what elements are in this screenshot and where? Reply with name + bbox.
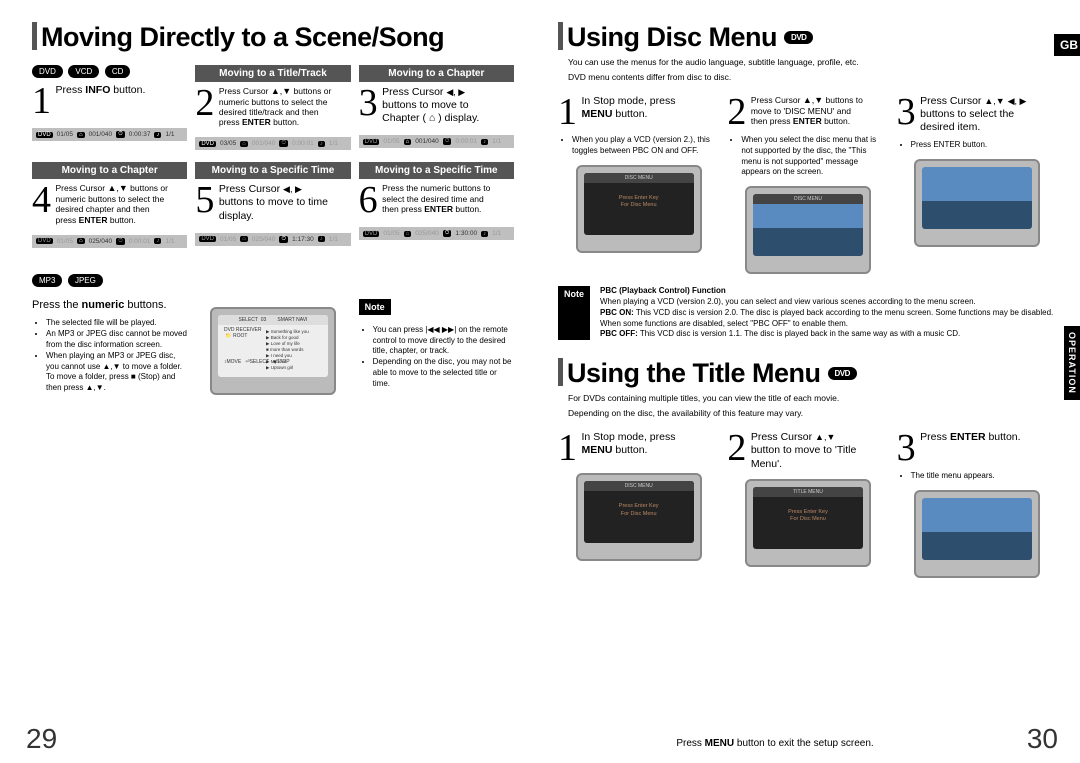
titlem-step1-num: 1 (558, 431, 577, 465)
region-badge: GB (1054, 34, 1080, 56)
disc-b1: When you play a VCD (version 2.), this t… (572, 135, 719, 157)
info-strip-3: DVD01/05 ⌂001/040 ⏱0:00:01 ♪1/1 (359, 135, 514, 148)
step-number-6: 6 (359, 183, 378, 217)
step5-text: Press Cursor ◀, ▶ buttons to move to tim… (219, 183, 329, 222)
step4-text: Press Cursor ▲,▼ buttons or numeric butt… (56, 183, 171, 224)
disc-step1-text: In Stop mode, press MENU button. (582, 95, 692, 121)
disc-sub2: DVD menu contents differ from disc to di… (568, 72, 1058, 83)
heading-title-menu: Using the Title Menu DVD (558, 358, 1058, 389)
badge-mp3: MP3 (32, 274, 62, 287)
step-number-3: 3 (359, 86, 378, 120)
page-number-left: 29 (26, 723, 57, 755)
step-number-4: 4 (32, 183, 51, 217)
disc-step2-num: 2 (727, 95, 746, 129)
titlem-step3-num: 3 (897, 431, 916, 465)
tv-disc-2: DISC MENU (745, 186, 871, 274)
info-strip-6: DVD01/05 ⌂025/040 ⏱1:30:00 ♪1/1 (359, 227, 514, 240)
step-number-1: 1 (32, 84, 51, 118)
info-strip-5: DVD01/05 ⌂025/040 ⏱1:17:30 ♪1/1 (195, 233, 350, 246)
titlem-step2-text: Press Cursor ▲,▼ button to move to 'Titl… (751, 431, 861, 470)
tv-mp3-list: SELECT 03 SMART NAVI DVD RECEIVER 📁 ROOT… (210, 307, 336, 395)
page-right: GB OPERATION Using Disc Menu DVD You can… (540, 0, 1080, 763)
note-bullets-left: You can press |◀◀ ▶▶| on the remote cont… (359, 325, 514, 390)
footer-note: Press MENU button to exit the setup scre… (540, 738, 1010, 749)
hdr-specific-time-1: Moving to a Specific Time (195, 162, 350, 179)
hdr-title-track: Moving to a Title/Track (195, 65, 350, 82)
badge-cd: CD (105, 65, 131, 78)
badge-dvd-disc: DVD (784, 31, 813, 44)
step1-text: Press INFO button. (56, 84, 146, 97)
heading-disc-menu: Using Disc Menu DVD (558, 22, 1058, 53)
tv-disc-3 (914, 159, 1040, 247)
page-left: Moving Directly to a Scene/Song DVD VCD … (0, 0, 540, 763)
disc-steps-row: 1 In Stop mode, press MENU button. When … (558, 95, 1058, 274)
disc-b3: Press ENTER button. (911, 140, 1058, 151)
tv-title-1: DISC MENU Press Enter KeyFor Disc Menu (576, 473, 702, 561)
hdr-specific-time-2: Moving to a Specific Time (359, 162, 514, 179)
titlem-step3-text: Press ENTER button. (920, 431, 1020, 444)
disc-b2: When you select the disc menu that is no… (741, 135, 888, 178)
titlem-sub1: For DVDs containing multiple titles, you… (568, 393, 1058, 404)
page-number-right: 30 (1027, 723, 1058, 755)
hdr-chapter-1: Moving to a Chapter (359, 65, 514, 82)
info-strip-1: DVD01/05 ⌂001/040 ⏱0:00:37 ♪1/1 (32, 128, 187, 141)
step-numeric-text: Press the numeric buttons. (32, 299, 167, 313)
tv-title-2: TITLE MENU Press Enter KeyFor Disc Menu (745, 479, 871, 567)
disc-step3-num: 3 (897, 95, 916, 129)
step2-text: Press Cursor ▲,▼ buttons or numeric butt… (219, 86, 334, 127)
titlem-step2-num: 2 (727, 431, 746, 465)
tv-disc-1: DISC MENU Press Enter KeyFor Disc Menu (576, 165, 702, 253)
disc-step2-text: Press Cursor ▲,▼ buttons to move to 'DIS… (751, 95, 866, 126)
section-tab-operation: OPERATION (1064, 326, 1080, 400)
step6-text: Press the numeric buttons to select the … (382, 183, 497, 214)
disc-note-block: Note PBC (Playback Control) Function Whe… (558, 286, 1058, 340)
badge-jpeg: JPEG (68, 274, 103, 287)
info-strip-4: DVD01/05 ⌂025/040 ⏱0:00:01 ♪1/1 (32, 235, 187, 248)
heading-scene-song: Moving Directly to a Scene/Song (32, 22, 514, 53)
step-number-5: 5 (195, 183, 214, 217)
disc-sub1: You can use the menus for the audio lang… (568, 57, 1058, 68)
info-strip-2: DVD03/05 ⌂001/040 ⏱0:00:01 ♪1/1 (195, 137, 350, 150)
numeric-bullets: The selected file will be played. An MP3… (32, 318, 187, 394)
note-label-disc: Note (558, 286, 590, 340)
row-1: DVD VCD CD 1 Press INFO button. DVD01/05… (32, 65, 514, 150)
step-number-2: 2 (195, 86, 214, 120)
badge-dvd-title: DVD (828, 367, 857, 380)
step3-text: Press Cursor ◀, ▶ buttons to move to Cha… (382, 86, 492, 125)
hdr-chapter-2: Moving to a Chapter (32, 162, 187, 179)
note-label-left: Note (359, 299, 391, 315)
row-2: Moving to a Chapter 4 Press Cursor ▲,▼ b… (32, 162, 514, 247)
row-3: Press the numeric buttons. The selected … (32, 299, 514, 395)
badge-dvd: DVD (32, 65, 63, 78)
tv-title-3 (914, 490, 1040, 578)
titlem-b3: The title menu appears. (911, 471, 1058, 482)
disc-step1-num: 1 (558, 95, 577, 129)
titlem-step1-text: In Stop mode, press MENU button. (582, 431, 692, 457)
badge-vcd: VCD (68, 65, 99, 78)
disc-step3-text: Press Cursor ▲,▼ ◀, ▶ buttons to select … (920, 95, 1030, 134)
titlem-sub2: Depending on the disc, the availability … (568, 408, 1058, 419)
titlem-steps-row: 1 In Stop mode, press MENU button. DISC … (558, 431, 1058, 578)
